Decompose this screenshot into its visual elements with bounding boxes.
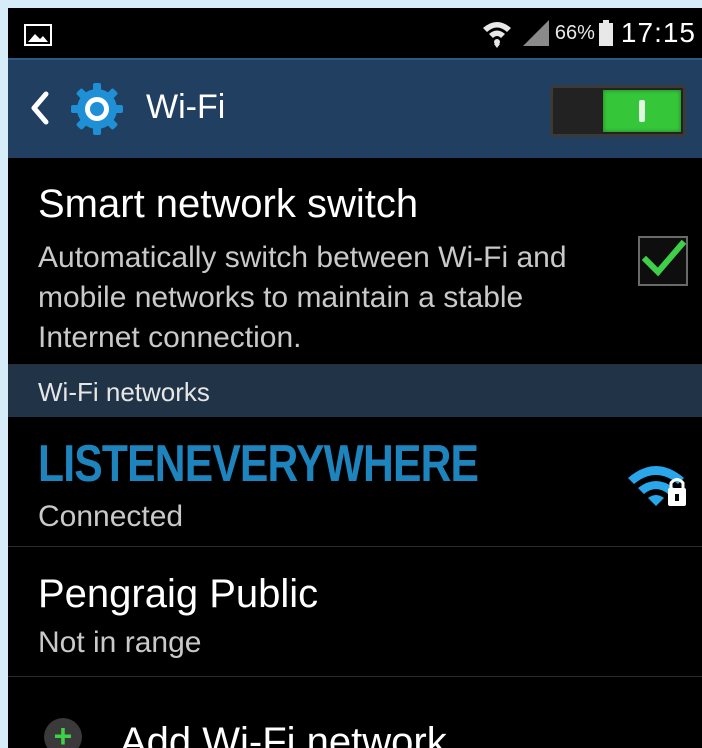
section-title: Wi-Fi networks: [38, 377, 210, 407]
toggle-on-thumb: [603, 90, 681, 132]
battery-percent: 66%: [554, 21, 595, 44]
add-wifi-network-row[interactable]: + Add Wi-Fi network: [8, 676, 702, 748]
network-status: Not in range: [38, 626, 202, 659]
battery-icon: [598, 20, 613, 46]
picture-icon: [24, 24, 52, 46]
add-network-label: Add Wi-Fi network: [120, 720, 447, 748]
wifi-networks-header: Wi-Fi networks: [8, 365, 702, 417]
phone-screen: 66% 17:15 Wi-Fi Smart network switch Aut…: [8, 8, 702, 748]
smart-switch-title: Smart network switch: [38, 182, 419, 226]
network-row-connected[interactable]: LISTENEVERYWHERE Connected: [8, 418, 702, 547]
smart-switch-checkbox[interactable]: [638, 236, 688, 286]
action-bar: Wi-Fi: [8, 58, 702, 158]
checkmark-icon: [641, 239, 687, 277]
clock: 17:15: [620, 17, 696, 48]
network-name: LISTENEVERYWHERE: [38, 435, 479, 493]
status-bar: 66% 17:15: [8, 8, 702, 58]
network-name: Pengraig Public: [38, 572, 319, 616]
toggle-indicator: [639, 100, 645, 122]
wifi-toggle[interactable]: [550, 85, 686, 137]
signal-icon: [522, 20, 549, 46]
network-row[interactable]: Pengraig Public Not in range: [8, 548, 702, 677]
wifi-secured-icon: [628, 466, 686, 506]
wifi-icon: [482, 22, 511, 48]
network-status: Connected: [38, 500, 184, 533]
page-title: Wi-Fi: [146, 88, 226, 126]
back-arrow-icon[interactable]: [26, 90, 54, 126]
smart-switch-description: Automatically switch between Wi-Fi and m…: [38, 241, 567, 354]
plus-icon: +: [44, 718, 82, 748]
gear-icon[interactable]: [68, 80, 126, 138]
smart-network-switch-row[interactable]: Smart network switch Automatically switc…: [8, 158, 702, 365]
